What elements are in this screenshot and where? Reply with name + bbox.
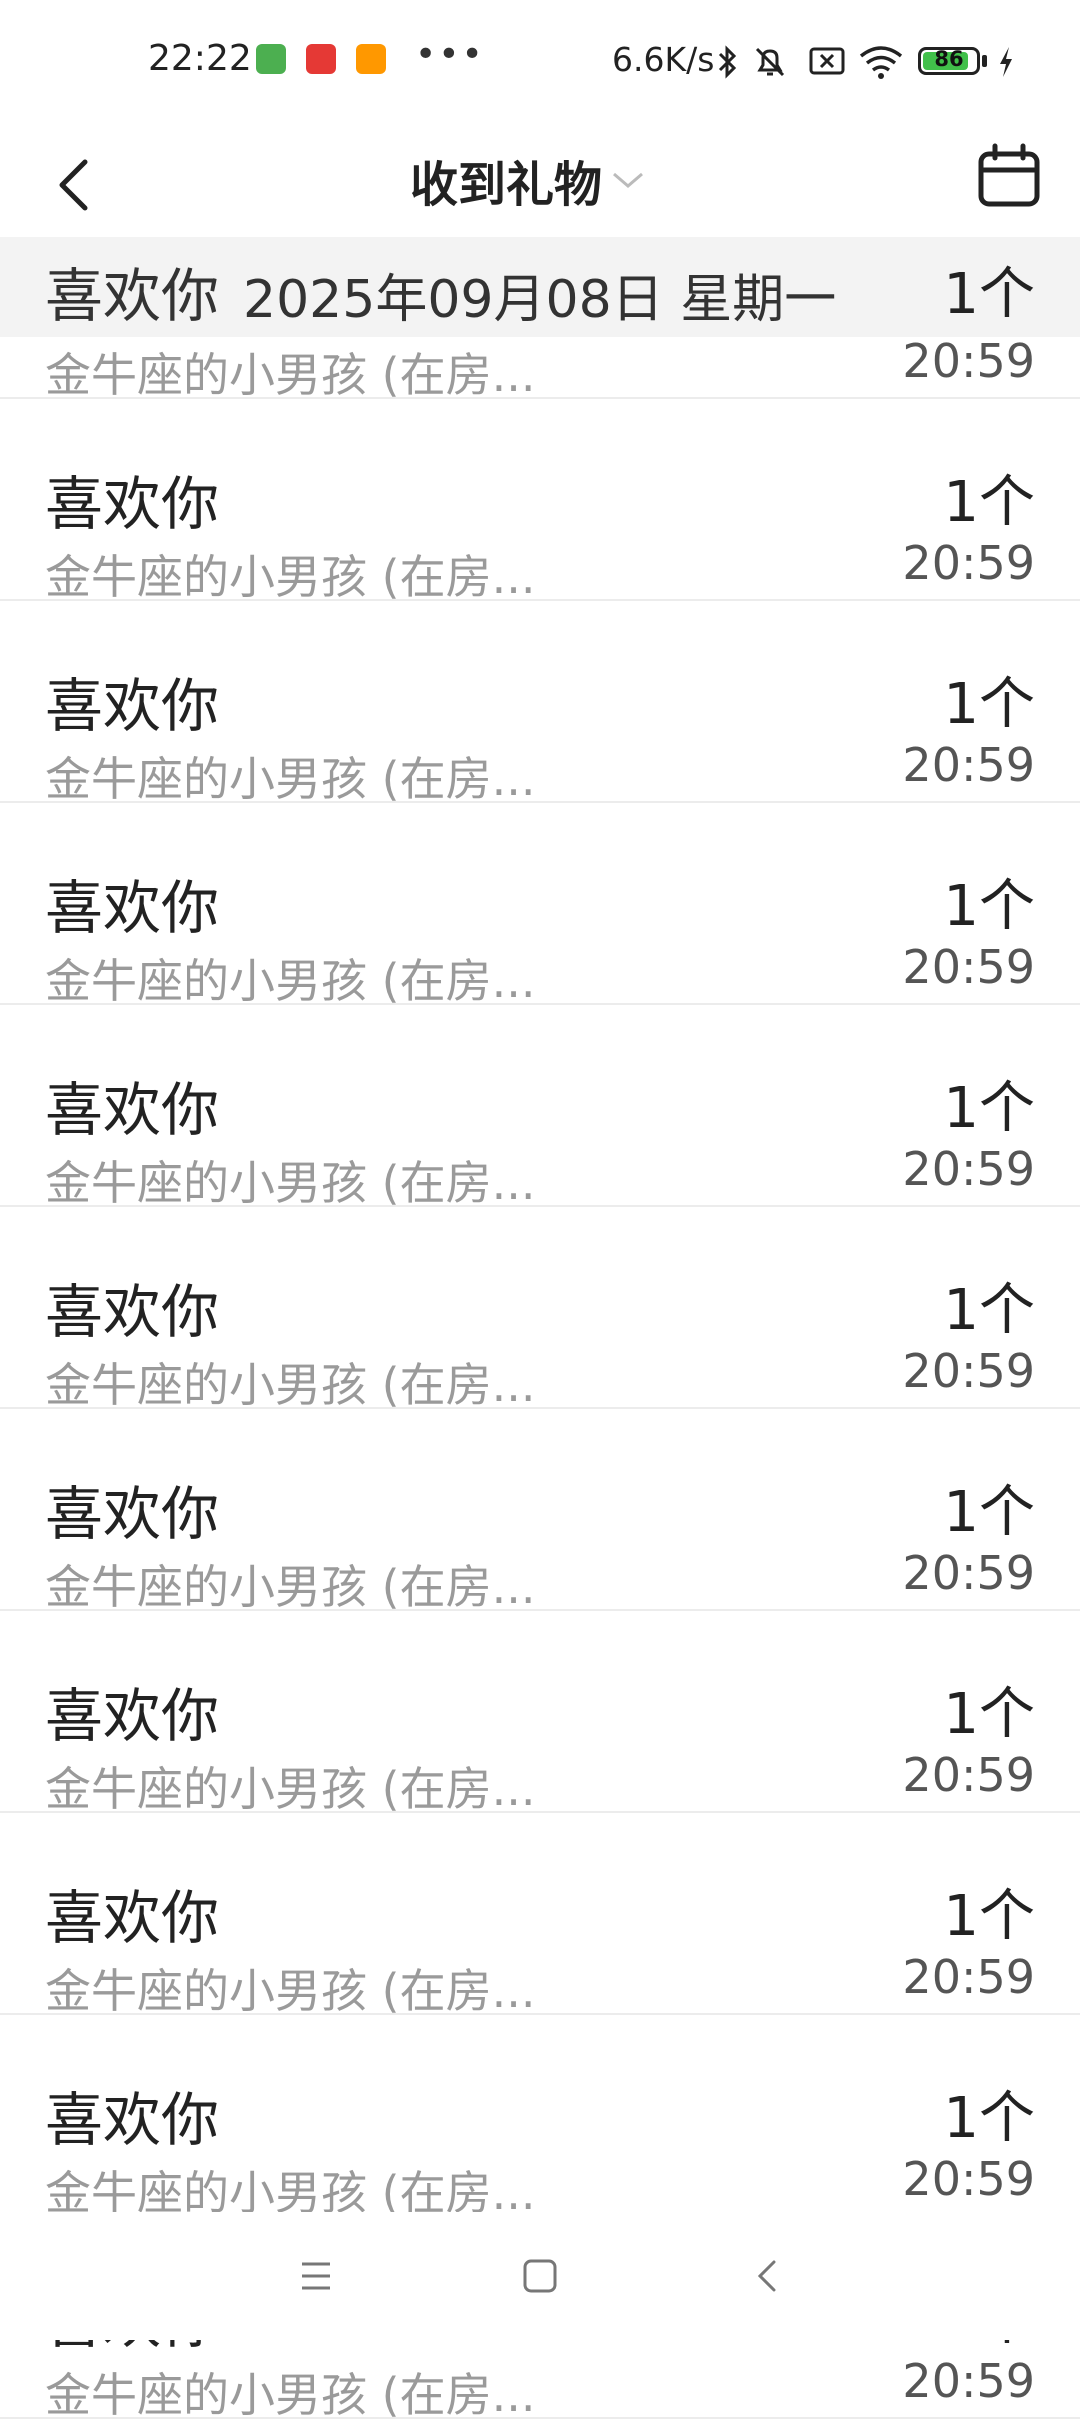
app-green-icon (256, 44, 286, 74)
sender-name: 金牛座的小男孩 (在房... (45, 550, 536, 604)
gift-time: 20:59 (902, 2354, 1035, 2408)
gift-count: 1个 (943, 1884, 1035, 1949)
list-item[interactable]: 喜欢你金牛座的小男孩 (在房... 1个20:59 (0, 1409, 1080, 1614)
sender-name: 金牛座的小男孩 (在房... (45, 2368, 536, 2422)
chevron-down-icon (613, 172, 643, 188)
list-item[interactable]: 喜欢你金牛座的小男孩 (在房... 1个20:59 (0, 1207, 1080, 1412)
gift-count: 1个 (943, 1682, 1035, 1747)
gift-count: 1个 (943, 470, 1035, 535)
gift-count: 1个 (943, 1278, 1035, 1343)
gift-time: 20:59 (902, 1748, 1035, 1802)
battery-icon: 86 (918, 47, 980, 75)
mute-bell-icon (755, 47, 785, 77)
list-item[interactable]: 喜欢你金牛座的小男孩 (在房... 1个20:59 (0, 803, 1080, 1008)
gift-time: 20:59 (902, 1950, 1035, 2004)
battery-cap (982, 55, 987, 67)
list-item[interactable]: 喜欢你金牛座的小男孩 (在房... 1个20:59 (0, 399, 1080, 604)
gift-name: 喜欢你 (45, 1076, 220, 1144)
list-item[interactable]: 喜欢你金牛座的小男孩 (在房...1个20:59 (0, 2015, 1080, 2220)
gift-time: 20:59 (902, 1546, 1035, 1600)
gift-name: 喜欢你 (45, 470, 220, 538)
gift-count: 1个 (943, 262, 1035, 327)
gift-time: 20:59 (902, 940, 1035, 994)
gift-count: 1个 (943, 1076, 1035, 1141)
list-item[interactable]: 喜欢你金牛座的小男孩 (在房... 1个20:59 (0, 1005, 1080, 1210)
gift-name: 喜欢你 (45, 1278, 220, 1346)
gift-time: 20:59 (902, 536, 1035, 590)
sender-name: 金牛座的小男孩 (在房... (45, 1156, 536, 1210)
gift-name: 喜欢你 (45, 1682, 220, 1750)
network-speed: 6.6K/s (612, 40, 715, 79)
gift-name: 喜欢你 (45, 1480, 220, 1548)
list-item[interactable]: 喜欢你金牛座的小男孩 (在房... 1个20:59 (0, 1813, 1080, 2018)
wifi-icon (859, 46, 903, 79)
gift-time: 20:59 (902, 1142, 1035, 1196)
date-section-header: 喜欢你 2025年09月08日 星期一 1个 (0, 237, 1080, 337)
sender-name: 金牛座的小男孩 (在房... (45, 348, 536, 402)
status-time: 22:22 (148, 38, 252, 79)
gift-count: 1个 (943, 2086, 1035, 2151)
gift-time: 20:59 (902, 2152, 1035, 2206)
gift-name: 喜欢你 (45, 874, 220, 942)
sender-name: 金牛座的小男孩 (在房... (45, 1762, 536, 1816)
gift-count: 1个 (943, 1480, 1035, 1545)
system-nav-bar (0, 2212, 1080, 2340)
section-date: 2025年09月08日 星期一 (243, 270, 837, 330)
gift-count: 1个 (943, 672, 1035, 737)
gift-list[interactable]: 喜欢你金牛座的小男孩 (在房...1个20:59喜欢你金牛座的小男孩 (在房..… (0, 197, 1080, 2422)
home-icon[interactable] (518, 2254, 562, 2298)
gift-name: 喜欢你 (45, 262, 220, 330)
bluetooth-icon (718, 45, 737, 79)
no-sim-icon (809, 47, 845, 75)
gift-name: 喜欢你 (45, 2086, 220, 2154)
list-item[interactable]: 喜欢你金牛座的小男孩 (在房... 1个20:59 (0, 601, 1080, 806)
app-red-icon (306, 44, 336, 74)
sender-name: 金牛座的小男孩 (在房... (45, 1358, 536, 1412)
charging-icon (1000, 47, 1012, 77)
list-item[interactable]: 喜欢你金牛座的小男孩 (在房... 1个20:59 (0, 1611, 1080, 1816)
more-notifications-icon: ••• (415, 34, 485, 75)
gift-name: 喜欢你 (45, 1884, 220, 1952)
sender-name: 金牛座的小男孩 (在房... (45, 752, 536, 806)
menu-icon[interactable] (294, 2254, 338, 2298)
sender-name: 金牛座的小男孩 (在房... (45, 1560, 536, 1614)
gift-name: 喜欢你 (45, 672, 220, 740)
gift-time: 20:59 (902, 1344, 1035, 1398)
back-nav-icon[interactable] (746, 2254, 790, 2298)
gift-time: 20:59 (902, 738, 1035, 792)
status-bar: 22:22 ••• 6.6K/s 86 (0, 0, 1080, 120)
app-orange-icon (356, 44, 386, 74)
sender-name: 金牛座的小男孩 (在房... (45, 1964, 536, 2018)
sender-name: 金牛座的小男孩 (在房... (45, 954, 536, 1008)
gift-count: 1个 (943, 874, 1035, 939)
battery-level: 86 (934, 47, 964, 71)
gift-time: 20:59 (902, 334, 1035, 388)
